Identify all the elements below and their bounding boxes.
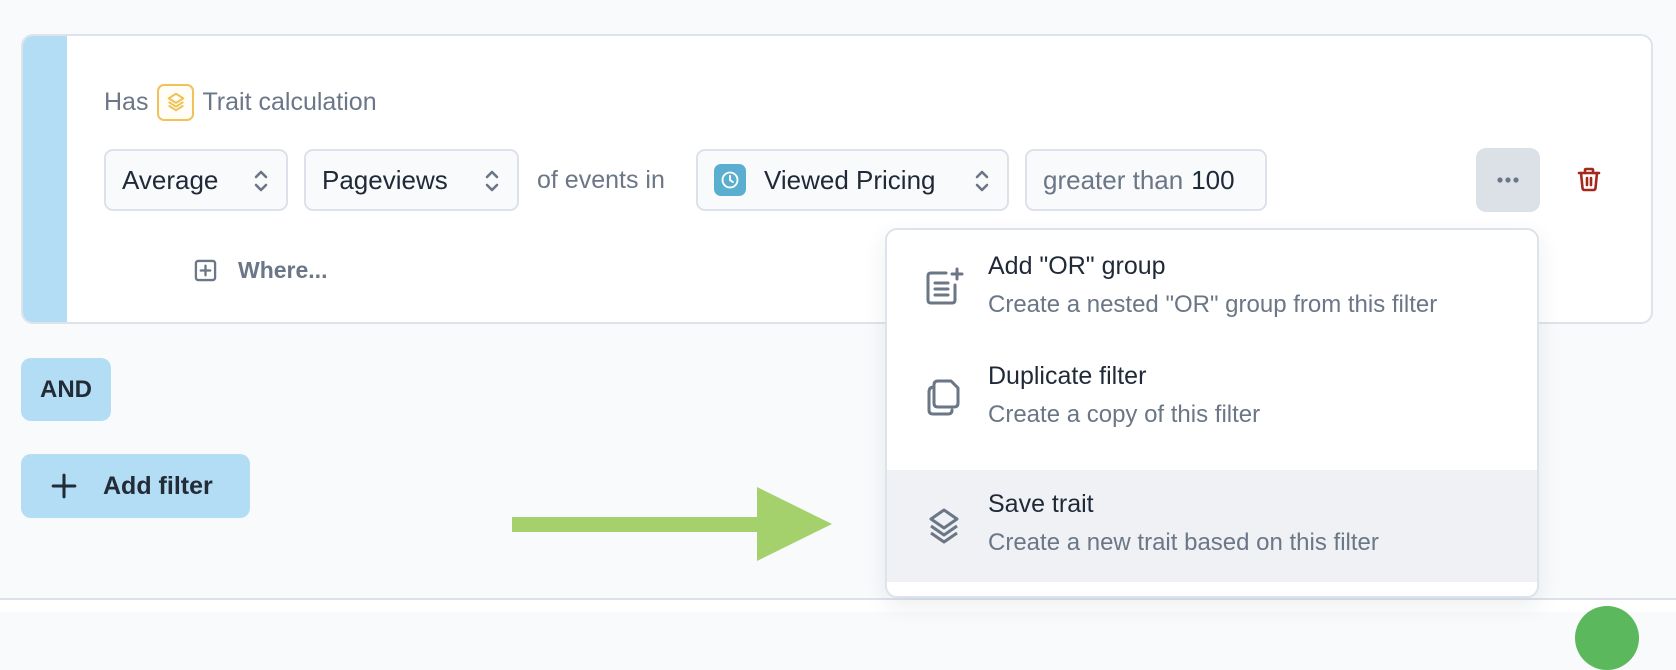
aggregation-value: Average	[122, 164, 219, 195]
condition-input[interactable]: greater than 100	[1025, 149, 1267, 211]
condition-operator: greater than	[1043, 164, 1184, 195]
clock-icon	[714, 164, 746, 196]
filter-header: Has Trait calculation	[104, 82, 377, 122]
menu-item-title: Save trait	[988, 490, 1094, 518]
chat-launcher-button[interactable]	[1575, 606, 1639, 670]
connector-text: of events in	[537, 165, 665, 194]
annotation-arrow	[512, 487, 832, 561]
layers-icon	[929, 508, 959, 544]
filter-type-label: Trait calculation	[202, 87, 377, 116]
condition-value: 100	[1191, 164, 1235, 195]
where-label: Where...	[238, 256, 328, 283]
menu-item-add-or-group[interactable]: Add "OR" group Create a nested "OR" grou…	[887, 230, 1537, 342]
filter-card-accent-strip	[23, 36, 67, 322]
aggregation-select[interactable]: Average	[104, 149, 288, 211]
metric-value: Pageviews	[322, 164, 448, 195]
layers-icon	[157, 83, 195, 121]
filter-options-menu: Add "OR" group Create a nested "OR" grou…	[885, 228, 1539, 598]
metric-select[interactable]: Pageviews	[304, 149, 519, 211]
chevron-updown-icon	[254, 170, 268, 192]
plus-icon	[51, 473, 77, 499]
event-value: Viewed Pricing	[764, 164, 936, 195]
delete-filter-button[interactable]	[1577, 167, 1601, 197]
menu-item-title: Add "OR" group	[988, 252, 1166, 280]
chevron-updown-icon	[975, 170, 989, 192]
menu-item-save-trait[interactable]: Save trait Create a new trait based on t…	[887, 470, 1537, 582]
filter-prefix: Has	[104, 87, 149, 116]
menu-item-title: Duplicate filter	[988, 362, 1147, 390]
trash-icon	[1577, 167, 1601, 192]
footer-area	[0, 600, 1676, 612]
menu-item-description: Create a new trait based on this filter	[988, 529, 1379, 556]
add-filter-label: Add filter	[103, 471, 213, 500]
event-select[interactable]: Viewed Pricing	[696, 149, 1009, 211]
add-filter-button[interactable]: Add filter	[21, 454, 250, 518]
logic-operator-chip[interactable]: AND	[21, 358, 111, 421]
plus-square-icon	[194, 259, 217, 281]
ellipsis-icon	[1497, 177, 1519, 183]
more-options-button[interactable]	[1476, 148, 1540, 212]
note-plus-icon	[926, 267, 964, 305]
copy-icon	[927, 379, 960, 416]
menu-item-duplicate-filter[interactable]: Duplicate filter Create a copy of this f…	[887, 340, 1537, 452]
menu-item-description: Create a copy of this filter	[988, 401, 1261, 428]
chevron-updown-icon	[485, 170, 499, 192]
add-where-button[interactable]: Where...	[194, 256, 327, 284]
menu-item-description: Create a nested "OR" group from this fil…	[988, 291, 1438, 318]
